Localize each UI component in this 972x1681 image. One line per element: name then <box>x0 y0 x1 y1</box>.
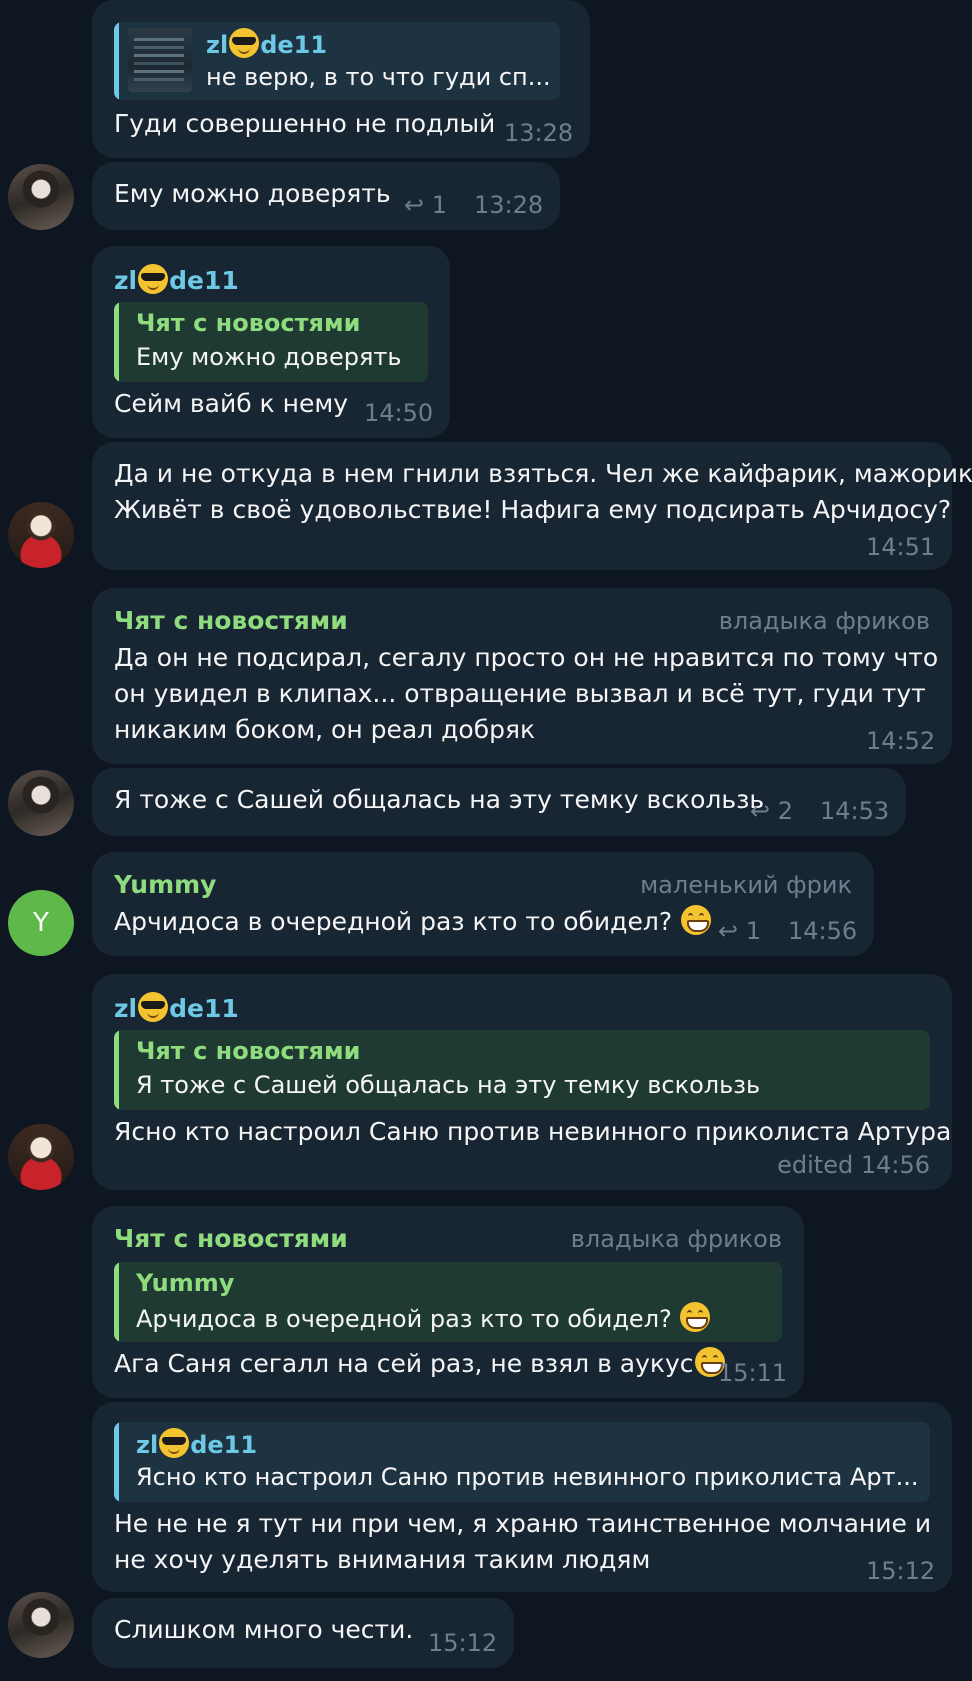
reply-sender: zl de11 <box>136 1428 257 1460</box>
avatar[interactable] <box>8 502 74 568</box>
sunglasses-emoji-icon <box>159 1428 190 1458</box>
message-text-line: Да он не подсирал, сегалу просто он не н… <box>114 643 939 672</box>
sunglasses-emoji-icon <box>229 28 260 58</box>
reply-accent-bar <box>114 1030 119 1110</box>
message-time: 15:12 <box>866 1557 936 1585</box>
reply-accent-bar <box>114 1422 119 1502</box>
sender-name[interactable]: Чят с новостями <box>114 1224 348 1254</box>
reply-arrow-icon: ↩ <box>718 917 739 945</box>
message-text-line: он увидел в клипах... отвращение вызвал … <box>114 679 926 708</box>
avatar[interactable]: Y <box>8 890 74 956</box>
sender-name[interactable]: zl de11 <box>114 264 239 296</box>
message-text-line: Не не не я тут ни при чем, я храню таинс… <box>114 1509 932 1538</box>
message-text: Ясно кто настроил Саню против невинного … <box>114 1117 952 1146</box>
message-time: 13:28 <box>474 191 544 219</box>
message-time: 14:53 <box>820 797 890 825</box>
reply-text: Ему можно доверять <box>136 343 402 371</box>
grinning-emoji-icon <box>681 905 712 935</box>
message-bubble[interactable]: Чят с новостями владыка фриков Yummy Арч… <box>92 1206 804 1398</box>
message-text: Ага Саня сегалл на сей раз, не взял в ау… <box>114 1346 726 1382</box>
reply-text: Арчидоса в очередной раз кто то обидел? <box>136 1302 711 1334</box>
message-text: Я тоже с Сашей общалась на эту темку вск… <box>114 785 765 814</box>
message-text-line: никаким боком, он реал добряк <box>114 715 536 744</box>
message-text: Сейм вайб к нему <box>114 389 348 418</box>
reply-preview[interactable]: Чят с новостями Ему можно доверять <box>114 302 428 382</box>
replies-counter[interactable]: ↩ 2 <box>750 796 793 826</box>
sender-name[interactable]: Чят с новостями <box>114 606 348 636</box>
message-time: 13:28 <box>504 119 574 147</box>
reply-preview[interactable]: Чят с новостями Я тоже с Сашей общалась … <box>114 1030 930 1110</box>
reply-accent-bar <box>114 302 119 382</box>
reply-sender: Чят с новостями <box>136 1037 361 1065</box>
member-tag: владыка фриков <box>570 1225 782 1253</box>
replies-counter[interactable]: ↩ 1 <box>404 190 447 220</box>
sunglasses-emoji-icon <box>138 992 169 1022</box>
reply-accent-bar <box>114 1262 119 1342</box>
reply-arrow-icon: ↩ <box>404 191 425 219</box>
sender-name[interactable]: zl de11 <box>114 992 239 1024</box>
message-text: Слишком много чести. <box>114 1615 414 1644</box>
reply-sender: Чят с новостями <box>136 309 361 337</box>
message-bubble[interactable]: Да и не откуда в нем гнили взяться. Чел … <box>92 442 972 570</box>
reply-text: не верю, в то что гуди сп... <box>206 63 551 91</box>
sunglasses-emoji-icon <box>138 264 169 294</box>
avatar[interactable] <box>8 770 74 836</box>
message-bubble[interactable]: zl de11 Чят с новостями Ему можно доверят… <box>92 246 450 438</box>
member-tag: маленький фрик <box>640 871 852 899</box>
message-time: 15:11 <box>718 1359 788 1387</box>
message-time: edited 14:56 <box>777 1151 930 1179</box>
message-bubble[interactable]: Ему можно доверять ↩ 1 13:28 <box>92 162 560 230</box>
message-text-line: Да и не откуда в нем гнили взяться. Чел … <box>114 459 972 488</box>
grinning-emoji-icon <box>680 1302 711 1332</box>
message-text: Арчидоса в очередной раз кто то обидел? <box>114 904 712 940</box>
message-time: 15:12 <box>428 1629 498 1657</box>
reply-arrow-icon: ↩ <box>750 797 771 825</box>
message-time: 14:56 <box>788 917 858 945</box>
message-text-line: Живёт в своё удовольствие! Нафига ему по… <box>114 495 952 524</box>
reply-text: Ясно кто настроил Саню против невинного … <box>136 1463 919 1491</box>
reply-preview[interactable]: Yummy Арчидоса в очередной раз кто то об… <box>114 1262 782 1342</box>
message-bubble[interactable]: zl de11 Ясно кто настроил Саню против нев… <box>92 1402 952 1592</box>
member-tag: владыка фриков <box>718 607 930 635</box>
reply-text: Я тоже с Сашей общалась на эту темку вск… <box>136 1071 761 1099</box>
avatar[interactable] <box>8 1592 74 1658</box>
message-bubble[interactable]: zl de11 Чят с новостями Я тоже с Сашей об… <box>92 974 952 1190</box>
reply-preview[interactable]: zl de11 не верю, в то что гуди сп... <box>114 22 560 100</box>
message-time: 14:51 <box>866 533 936 561</box>
avatar[interactable] <box>8 1124 74 1190</box>
message-bubble[interactable]: zl de11 не верю, в то что гуди сп... Гуди… <box>92 0 590 158</box>
message-text: Гуди совершенно не подлый <box>114 109 496 138</box>
message-bubble[interactable]: Yummy маленький фрик Арчидоса в очередно… <box>92 852 874 956</box>
avatar[interactable] <box>8 164 74 230</box>
message-bubble[interactable]: Чят с новостями владыка фриков Да он не … <box>92 588 952 764</box>
reply-preview[interactable]: zl de11 Ясно кто настроил Саню против нев… <box>114 1422 930 1502</box>
message-bubble[interactable]: Слишком много чести. 15:12 <box>92 1598 514 1668</box>
message-time: 14:50 <box>364 399 434 427</box>
sender-name[interactable]: Yummy <box>114 870 216 900</box>
message-text: Ему можно доверять <box>114 179 391 208</box>
message-bubble[interactable]: Я тоже с Сашей общалась на эту темку вск… <box>92 768 906 836</box>
replies-counter[interactable]: ↩ 1 <box>718 916 761 946</box>
avatar-initial: Y <box>33 908 49 938</box>
message-text-line: не хочу уделять внимания таким людям <box>114 1545 651 1574</box>
reply-sender: zl de11 <box>206 28 327 60</box>
reply-thumbnail <box>128 28 192 92</box>
message-time: 14:52 <box>866 727 936 755</box>
reply-sender: Yummy <box>136 1269 235 1297</box>
reply-accent-bar <box>114 22 119 100</box>
